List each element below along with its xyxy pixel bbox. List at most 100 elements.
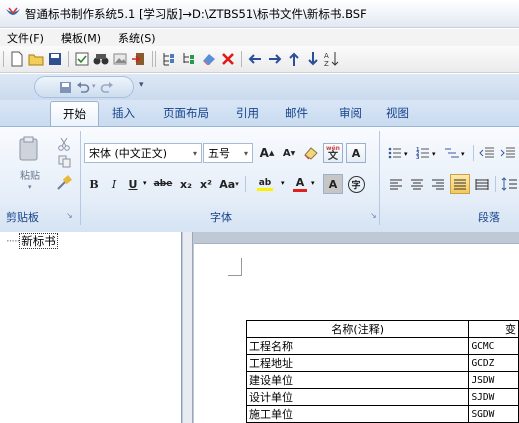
font-color-dropdown-icon[interactable]: ▾ xyxy=(311,179,315,187)
distributed-icon xyxy=(475,179,489,190)
row-name-cell[interactable]: 建设单位 xyxy=(245,371,470,389)
row-name-cell[interactable]: 工程名称 xyxy=(245,337,470,355)
superscript-glyph: x² xyxy=(200,177,212,191)
highlight-dropdown-icon[interactable]: ▾ xyxy=(281,179,285,187)
character-border-glyph: A xyxy=(351,146,361,160)
find-button[interactable] xyxy=(92,50,110,68)
picture-button[interactable] xyxy=(111,50,129,68)
italic-button[interactable]: I xyxy=(104,174,124,194)
underline-dropdown-icon[interactable]: ▾ xyxy=(143,179,147,187)
font-launcher-icon[interactable]: ↘ xyxy=(370,211,377,220)
app-logo-icon xyxy=(6,7,20,15)
tree-collapse-icon xyxy=(183,53,194,64)
sort-button[interactable]: AZ xyxy=(323,50,341,68)
clear-format-button[interactable] xyxy=(301,143,321,163)
tab-page-layout[interactable]: 页面布局 xyxy=(163,105,209,121)
change-case-button[interactable]: Aa ▾ xyxy=(217,174,241,194)
increase-indent-button[interactable] xyxy=(498,143,518,163)
arrow-down-icon xyxy=(308,52,318,66)
cut-scissors-icon[interactable] xyxy=(58,137,70,151)
row-name-cell[interactable]: 工程地址 xyxy=(245,354,470,372)
shrink-font-button[interactable]: A ▼ xyxy=(279,143,299,163)
tree-expand-button[interactable] xyxy=(160,50,178,68)
justify-button[interactable] xyxy=(450,174,470,194)
tree-expand-icon xyxy=(163,53,174,66)
panel-splitter[interactable] xyxy=(183,232,193,423)
move-down-button[interactable] xyxy=(304,50,322,68)
new-file-button[interactable] xyxy=(8,50,26,68)
row-code-cell[interactable]: SGDW xyxy=(468,405,519,423)
save-button[interactable] xyxy=(46,50,64,68)
table-row: 工程名称 GCMC xyxy=(245,337,519,355)
strikethrough-button[interactable]: abe xyxy=(151,174,175,194)
eraser-button[interactable] xyxy=(200,50,218,68)
bullets-button[interactable]: ▾ xyxy=(386,143,412,163)
bullet-list-icon: ▾ xyxy=(388,147,408,159)
paste-button[interactable]: 粘贴 xyxy=(20,167,40,182)
align-center-button[interactable] xyxy=(407,174,427,194)
enclose-characters-button[interactable]: 字 xyxy=(346,174,366,194)
move-right-button[interactable] xyxy=(266,50,284,68)
grow-font-button[interactable]: A ▲ xyxy=(257,143,277,163)
customize-qat-icon[interactable]: ▾ xyxy=(139,80,144,90)
row-code-cell[interactable]: SJDW xyxy=(468,388,519,406)
menu-file[interactable]: 文件(F) xyxy=(7,30,44,46)
tree-collapse-button[interactable] xyxy=(180,50,198,68)
row-code-cell[interactable]: JSDW xyxy=(468,371,519,389)
row-name-cell[interactable]: 施工单位 xyxy=(245,405,470,423)
clipboard-launcher-icon[interactable]: ↘ xyxy=(66,211,73,220)
tab-references[interactable]: 引用 xyxy=(236,105,259,121)
header-variable-cell[interactable]: 变 xyxy=(468,320,519,338)
font-size-combo[interactable]: 五号 ▾ xyxy=(203,143,253,163)
align-right-button[interactable] xyxy=(428,174,448,194)
open-file-button[interactable] xyxy=(27,50,45,68)
paste-clipboard-icon[interactable] xyxy=(18,136,40,162)
distributed-button[interactable] xyxy=(472,174,492,194)
paste-dropdown-icon[interactable]: ▾ xyxy=(28,183,32,191)
menu-template[interactable]: 模板(M) xyxy=(61,30,101,46)
row-code-cell[interactable]: GCDZ xyxy=(468,354,519,372)
save-disk-icon xyxy=(59,81,71,93)
line-spacing-button[interactable] xyxy=(499,174,519,194)
move-up-button[interactable] xyxy=(285,50,303,68)
move-left-button[interactable] xyxy=(246,50,264,68)
undo-dropdown-icon[interactable]: ▾ xyxy=(92,82,96,90)
format-painter-icon[interactable] xyxy=(56,175,72,191)
text-highlight-button[interactable]: ab xyxy=(249,174,281,194)
qat-undo-button[interactable] xyxy=(74,78,92,96)
header-name-cell[interactable]: 名称(注释) xyxy=(245,320,470,338)
delete-button[interactable] xyxy=(219,50,237,68)
font-color-button[interactable]: A xyxy=(290,174,310,194)
numbering-button[interactable]: 1 2 3 ▾ xyxy=(414,143,440,163)
superscript-button[interactable]: x² xyxy=(196,174,216,194)
menu-system[interactable]: 系统(S) xyxy=(118,30,156,46)
font-name-combo[interactable]: 宋体 (中文正文) ▾ xyxy=(84,143,202,163)
bold-button[interactable]: B xyxy=(84,174,104,194)
chevron-down-icon: ▾ xyxy=(243,148,248,158)
check-button[interactable] xyxy=(73,50,91,68)
tree-node-root[interactable]: ····· 新标书 xyxy=(6,233,58,249)
tab-view[interactable]: 视图 xyxy=(386,105,409,121)
qat-redo-button[interactable] xyxy=(98,78,116,96)
tab-mailings[interactable]: 邮件 xyxy=(285,105,308,121)
tab-review[interactable]: 审阅 xyxy=(339,105,362,121)
underline-button[interactable]: U xyxy=(123,174,143,194)
align-left-button[interactable] xyxy=(386,174,406,194)
table-header-row: 名称(注释) 变 xyxy=(245,320,519,338)
character-border-button[interactable]: A xyxy=(346,143,366,163)
document-page[interactable]: 名称(注释) 变 工程名称 GCMC 工程地址 GCDZ 建设单位 JSDW 设… xyxy=(194,243,519,423)
subscript-button[interactable]: x₂ xyxy=(176,174,196,194)
exit-button[interactable] xyxy=(130,50,148,68)
qat-save-button[interactable] xyxy=(56,78,74,96)
copy-icon[interactable] xyxy=(58,155,71,168)
tab-home[interactable]: 开始 xyxy=(50,101,99,127)
row-name-cell[interactable]: 设计单位 xyxy=(245,388,470,406)
character-shading-button[interactable]: A xyxy=(323,174,343,194)
row-code-cell[interactable]: GCMC xyxy=(468,337,519,355)
phonetic-guide-button[interactable]: wén 文 xyxy=(323,143,343,163)
window-title: 智通标书制作系统5.1 [学习版]→D:\ZTBS51\标书文件\新标书.BSF xyxy=(25,7,367,21)
tab-insert[interactable]: 插入 xyxy=(112,105,135,121)
decrease-indent-button[interactable] xyxy=(477,143,497,163)
multilevel-list-button[interactable]: ▾ xyxy=(442,143,470,163)
tree-node-label: 新标书 xyxy=(19,233,58,249)
